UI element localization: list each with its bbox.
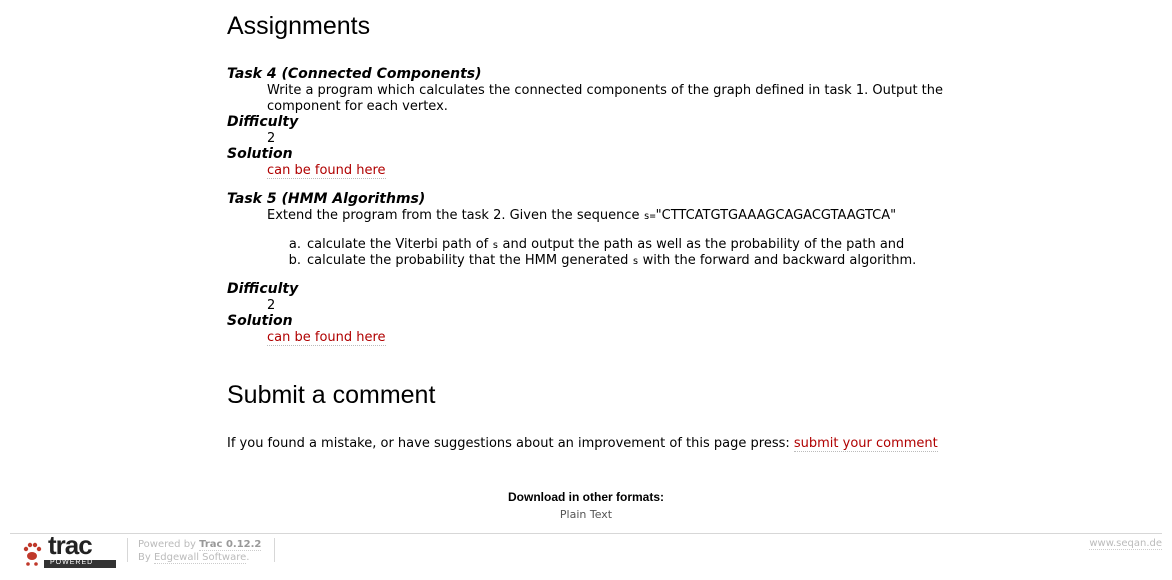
task5-solution-label: Solution — [227, 313, 293, 329]
alt-formats-heading: Download in other formats: — [508, 490, 664, 504]
list-item-pre: calculate the Viterbi path of — [307, 237, 493, 252]
trac-version: Trac 0.12.2 — [199, 539, 262, 550]
by-suffix: . — [246, 552, 250, 563]
footer: trac POWERED Powered by Trac 0.12.2 By E… — [10, 530, 1162, 574]
task4-solution-label: Solution — [227, 146, 293, 162]
list-item-pre: calculate the probability that the HMM g… — [307, 253, 633, 268]
powered-prefix: Powered by — [138, 539, 200, 550]
submit-comment-link[interactable]: submit your comment — [793, 436, 938, 452]
task4-title: Task 4 (Connected Components) — [227, 66, 482, 82]
site-link[interactable]: www.seqan.de — [1089, 538, 1162, 550]
list-marker: b. — [288, 253, 301, 268]
task5-solution-link[interactable]: can be found here — [267, 330, 386, 346]
alt-formats: Download in other formats: Plain Text — [0, 490, 1172, 522]
trac-logo-sub: POWERED — [50, 559, 94, 566]
task5-solution-link-wrap: can be found here — [267, 330, 386, 346]
comment-paragraph: If you found a mistake, or have suggesti… — [227, 436, 938, 452]
list-item-post: and output the path as well as the proba… — [498, 237, 905, 252]
powered-by: Powered by Trac 0.12.2 By Edgewall Softw… — [138, 538, 262, 564]
task4-description: Write a program which calculates the con… — [267, 83, 944, 114]
task4-solution-link[interactable]: can be found here — [267, 163, 386, 179]
task4-difficulty-value: 2 — [267, 131, 276, 146]
task4-solution-link-wrap: can be found here — [267, 163, 386, 179]
task5-description-suffix: "CTTCATGTGAAAGCAGACGTAAGTCA" — [655, 208, 897, 223]
trac-logo[interactable]: trac POWERED — [22, 530, 118, 568]
list-marker: a. — [288, 237, 301, 252]
list-item-post: with the forward and backward algorithm. — [638, 253, 917, 268]
task5-difficulty-value: 2 — [267, 298, 276, 313]
plain-text-link[interactable]: Plain Text — [560, 508, 612, 521]
task5-list-item-a: a. calculate the Viterbi path of s and ou… — [279, 237, 904, 252]
task4-difficulty-label: Difficulty — [227, 114, 299, 130]
task5-description-prefix: Extend the program from the task 2. Give… — [267, 208, 644, 223]
edgewall-link[interactable]: Edgewall Software — [153, 552, 247, 564]
task5-description: Extend the program from the task 2. Give… — [267, 208, 896, 225]
task5-difficulty-label: Difficulty — [227, 281, 299, 297]
footer-separator — [274, 538, 275, 562]
comment-heading: Submit a comment — [227, 381, 436, 409]
trac-logo-text: trac — [48, 530, 93, 560]
task5-description-code: s= — [643, 211, 656, 222]
assignments-heading: Assignments — [227, 12, 371, 40]
by-prefix: By — [138, 552, 154, 563]
task5-title: Task 5 (HMM Algorithms) — [227, 191, 426, 207]
trac-version-link[interactable]: Trac 0.12.2 — [199, 539, 262, 551]
task5-list-item-b: b. calculate the probability that the HMM… — [279, 253, 917, 268]
footer-separator — [127, 538, 128, 562]
comment-text: If you found a mistake, or have suggesti… — [227, 436, 794, 451]
